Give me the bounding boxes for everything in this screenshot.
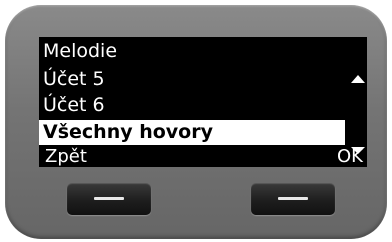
left-softkey-button[interactable] [67,183,151,215]
scroll-up-icon [351,75,365,83]
softkey-back-label: Zpět [45,146,87,167]
dash-icon [94,197,124,200]
list-item-ucet-6[interactable]: Účet 6 [39,93,345,118]
softkey-ok-label: OK [337,146,363,167]
menu-title: Melodie [43,40,118,62]
phone-device: Melodie Účet 5 Účet 6 Všechny hovory Zpě… [5,5,387,239]
list-item-ucet-5[interactable]: Účet 5 [39,67,345,92]
display-screen: Melodie Účet 5 Účet 6 Všechny hovory Zpě… [39,37,367,167]
softkey-bar: Zpět OK [39,146,367,167]
list-item-vsechny-hovory[interactable]: Všechny hovory [39,120,345,145]
right-softkey-button[interactable] [251,183,335,215]
dash-icon [278,197,308,200]
